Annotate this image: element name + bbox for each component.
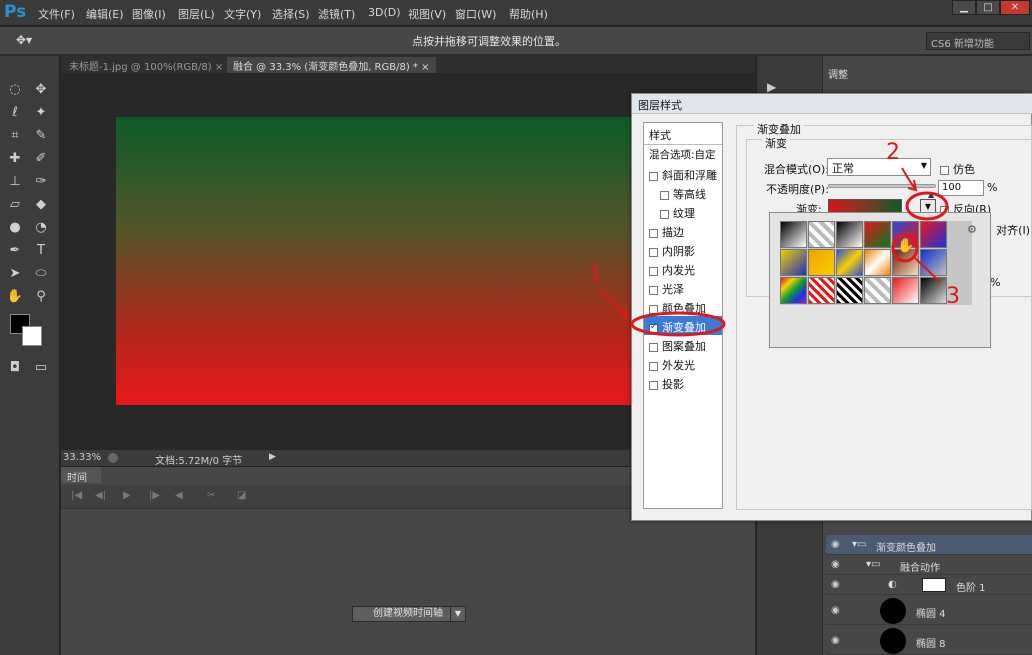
arrow-1-icon <box>599 289 629 319</box>
annotation-1: 1 <box>588 262 602 287</box>
highlight-circle-1 <box>630 311 726 337</box>
arrow-3-icon <box>914 257 941 283</box>
arrow-2-icon <box>901 167 917 191</box>
annotation-2: 2 <box>886 140 900 165</box>
annotation-overlay <box>599 167 949 337</box>
highlight-circle-2 <box>905 191 949 221</box>
hand-cursor-icon: ✋ <box>897 238 915 254</box>
annotation-3: 3 <box>946 284 960 309</box>
